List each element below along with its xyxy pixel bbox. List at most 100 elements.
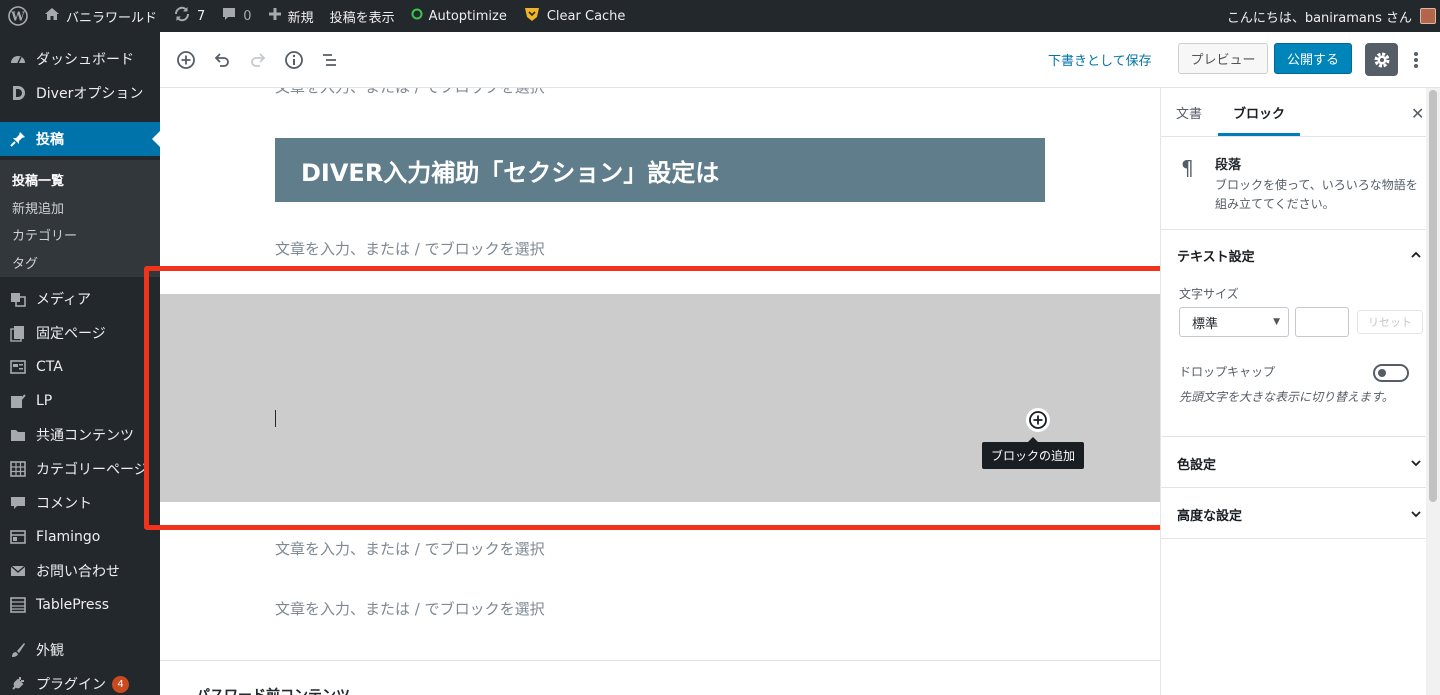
active-indicator	[152, 131, 160, 147]
sidebar-item-cta[interactable]: CTA	[0, 350, 160, 384]
folder-icon	[8, 425, 28, 445]
plus-circle-icon	[177, 51, 195, 69]
info-icon	[285, 51, 303, 69]
color-settings-toggle[interactable]: 色設定	[1177, 454, 1216, 473]
paragraph-placeholder[interactable]: 文章を入力、または / でブロックを選択	[275, 538, 545, 559]
undo-icon	[214, 53, 229, 67]
page-icon	[8, 323, 28, 343]
sidebar-item-label: ダッシュボード	[36, 52, 134, 68]
sidebar-item-flamingo[interactable]: Flamingo	[0, 520, 160, 554]
sidebar-item-category-page[interactable]: カテゴリーページ	[0, 452, 160, 486]
sidebar-item-common-content[interactable]: 共通コンテンツ	[0, 418, 160, 452]
avatar	[1420, 8, 1436, 24]
add-block-toolbar-button[interactable]	[174, 48, 198, 72]
site-name-link[interactable]: バニラワールド	[36, 0, 165, 32]
block-navigation-button[interactable]	[318, 48, 342, 72]
drop-cap-label: ドロップキャップ	[1179, 365, 1276, 379]
redo-icon	[251, 53, 266, 67]
sidebar-item-label: CTA	[36, 359, 63, 375]
view-post-link[interactable]: 投稿を表示	[322, 0, 403, 32]
save-draft-button[interactable]: 下書きとして保存	[1048, 50, 1152, 69]
comment-icon	[8, 493, 28, 513]
cache-shield-icon	[523, 5, 541, 27]
highlight-annotation-box	[144, 266, 1178, 530]
sidebar-item-lp[interactable]: LP	[0, 384, 160, 418]
sidebar-item-contact[interactable]: お問い合わせ	[0, 554, 160, 588]
editor-toolbar: 下書きとして保存 プレビュー 公開する	[160, 32, 1440, 88]
clear-cache-link[interactable]: Clear Cache	[515, 0, 634, 32]
submenu-item-all-posts[interactable]: 投稿一覧	[12, 170, 64, 189]
sidebar-item-media[interactable]: メディア	[0, 282, 160, 316]
toggle-knob	[1378, 369, 1386, 377]
sidebar-item-pages[interactable]: 固定ページ	[0, 316, 160, 350]
sidebar-item-label: 外観	[36, 643, 64, 659]
redo-button[interactable]	[246, 48, 270, 72]
chevron-up-icon	[1411, 251, 1421, 258]
settings-scrollbar[interactable]	[1426, 88, 1440, 695]
sidebar-item-label: Diverオプション	[36, 86, 144, 102]
wordpress-logo-icon[interactable]: W	[0, 0, 36, 32]
meta-box-title[interactable]: パスワード前コンテンツ	[196, 685, 350, 695]
sidebar-item-posts[interactable]: 投稿	[0, 122, 160, 156]
paragraph-placeholder[interactable]: 文章を入力、または / でブロックを選択	[275, 598, 545, 619]
more-vertical-icon	[1414, 52, 1418, 68]
sidebar-item-label: 投稿	[36, 132, 64, 148]
mail-icon	[8, 561, 28, 581]
sidebar-item-plugins[interactable]: プラグイン 4	[0, 667, 160, 695]
sidebar-item-comments[interactable]: コメント	[0, 486, 160, 520]
sidebar-item-label: メディア	[36, 292, 92, 308]
sidebar-item-diver-options[interactable]: Diverオプション	[0, 76, 160, 110]
submenu-item-add-new[interactable]: 新規追加	[12, 198, 64, 217]
meta-box-panel: パスワード前コンテンツ	[160, 660, 1160, 695]
my-account-link[interactable]: こんにちは、baniramans さん	[1227, 0, 1436, 32]
active-tab-indicator	[1218, 133, 1300, 136]
publish-button[interactable]: 公開する	[1274, 43, 1352, 74]
scrollbar-thumb[interactable]	[1429, 90, 1437, 502]
gear-icon	[1374, 52, 1389, 67]
admin-bar: W バニラワールド 7 0 新規 投稿を表示 Autoptimize Clear…	[0, 0, 1440, 32]
more-menu-button[interactable]	[1408, 48, 1424, 72]
advanced-settings-toggle[interactable]: 高度な設定	[1177, 505, 1242, 524]
preview-button[interactable]: プレビュー	[1178, 43, 1268, 74]
submenu-item-tags[interactable]: タグ	[12, 253, 38, 272]
plus-icon	[268, 7, 282, 25]
sidebar-item-dashboard[interactable]: ダッシュボード	[0, 42, 160, 76]
advanced-settings-panel: 高度な設定	[1161, 487, 1426, 539]
svg-text:W: W	[10, 10, 25, 24]
comments-link[interactable]: 0	[213, 0, 259, 32]
tab-block[interactable]: ブロック	[1233, 103, 1285, 122]
table-icon	[8, 595, 28, 615]
content-info-button[interactable]	[282, 48, 306, 72]
flamingo-icon	[8, 527, 28, 547]
font-size-reset-button[interactable]: リセット	[1357, 310, 1423, 334]
new-content-link[interactable]: 新規	[260, 0, 322, 32]
custom-font-size-input[interactable]	[1295, 307, 1349, 337]
sidebar-item-tablepress[interactable]: TablePress	[0, 588, 160, 622]
close-icon[interactable]: ✕	[1411, 104, 1424, 123]
tab-document[interactable]: 文書	[1176, 103, 1202, 122]
drop-cap-help: 先頭文字を大きな表示に切り替えます。	[1179, 390, 1394, 404]
sidebar-item-label: TablePress	[36, 597, 110, 613]
submenu-item-categories[interactable]: カテゴリー	[12, 225, 77, 244]
text-settings-toggle[interactable]: テキスト設定	[1177, 246, 1255, 265]
grid-icon	[8, 459, 28, 479]
paragraph-placeholder[interactable]: 文章を入力、または / でブロックを選択	[275, 88, 545, 97]
undo-button[interactable]	[210, 48, 234, 72]
settings-toggle-button[interactable]	[1365, 43, 1398, 76]
font-size-label: 文字サイズ	[1179, 287, 1239, 301]
site-name: バニラワールド	[66, 10, 158, 26]
paragraph-placeholder[interactable]: 文章を入力、または / でブロックを選択	[275, 238, 545, 259]
font-size-select[interactable]: 標準 ▼	[1179, 307, 1289, 337]
admin-sidebar: ダッシュボード Diverオプション 投稿 投稿一覧 新規追加 カテゴリー タグ…	[0, 32, 160, 695]
dashboard-icon	[8, 49, 28, 69]
drop-cap-toggle[interactable]	[1373, 364, 1409, 382]
sidebar-item-appearance[interactable]: 外観	[0, 633, 160, 667]
sidebar-tabs: 文書 ブロック ✕	[1161, 88, 1426, 137]
sidebar-item-label: Flamingo	[36, 529, 101, 545]
view-post-label: 投稿を表示	[329, 10, 395, 26]
autoptimize-link[interactable]: Autoptimize	[403, 0, 515, 32]
section-heading-block[interactable]: DIVER入力補助「セクション」設定は	[275, 138, 1045, 202]
autoptimize-status-icon	[411, 8, 423, 24]
updates-link[interactable]: 7	[165, 0, 213, 32]
sidebar-item-label: コメント	[36, 496, 92, 512]
